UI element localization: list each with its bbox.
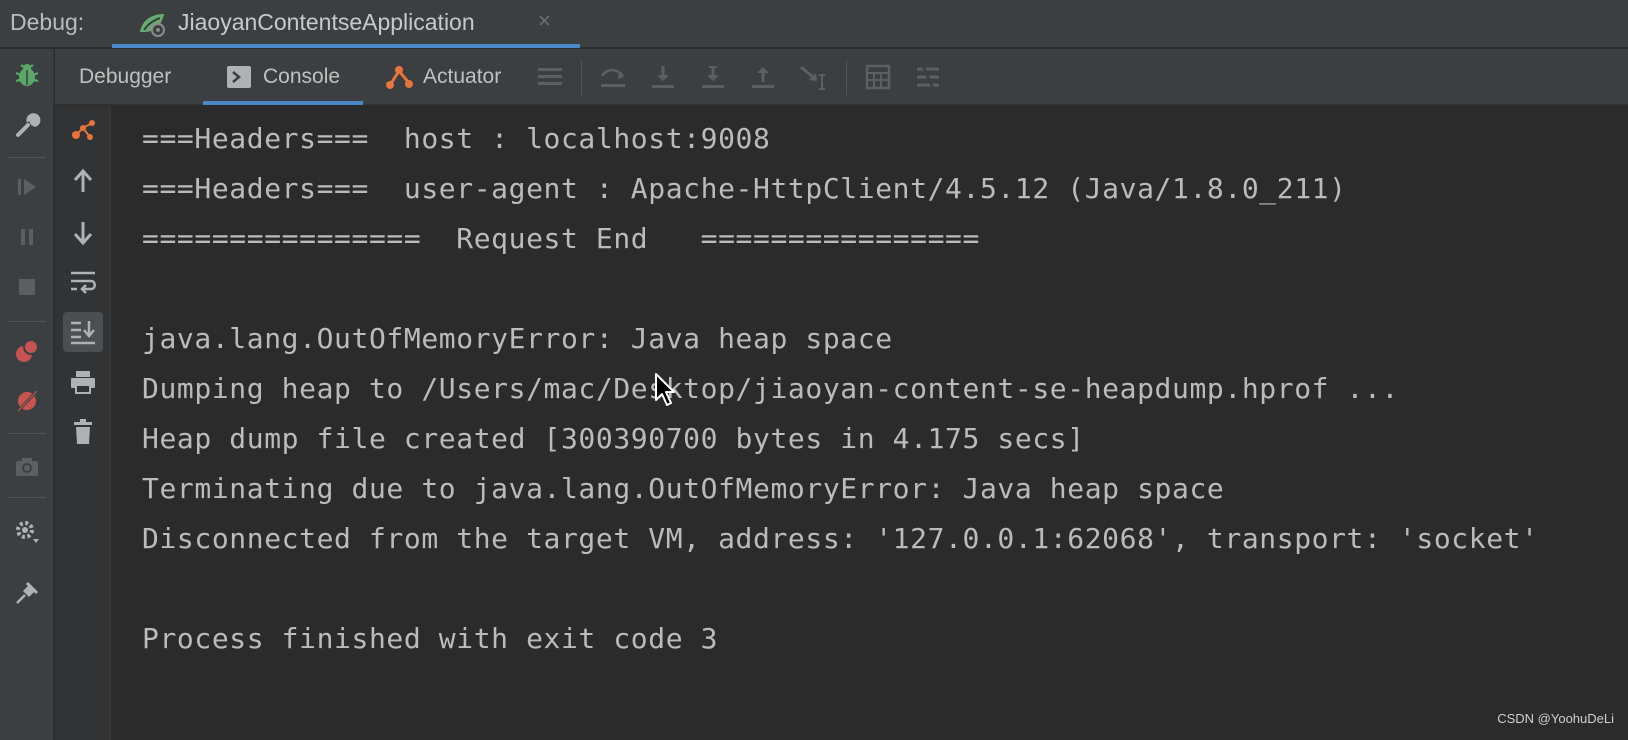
console-icon: [227, 66, 251, 88]
toolbar-separator: [8, 497, 46, 498]
run-to-cursor-icon[interactable]: [795, 59, 831, 95]
trace-current-stream-icon[interactable]: [910, 59, 946, 95]
step-out-icon[interactable]: [745, 59, 781, 95]
debug-label: Debug:: [10, 9, 85, 35]
console-line: java.lang.OutOfMemoryError: Java heap sp…: [142, 322, 893, 355]
clear-all-trash-icon[interactable]: [63, 412, 103, 452]
console-line: Process finished with exit code 3: [142, 622, 719, 655]
tab-actuator[interactable]: Actuator: [385, 49, 501, 105]
spring-boot-debug-icon: [136, 10, 170, 38]
active-tab-indicator: [203, 101, 363, 105]
soft-wrap-icon[interactable]: [63, 262, 103, 302]
toolbar-separator: [8, 321, 46, 322]
active-tab-indicator: [112, 44, 580, 48]
pause-icon[interactable]: [9, 219, 45, 255]
actuator-icon: [385, 63, 415, 91]
console-line: ===Headers=== host : localhost:9008: [142, 122, 771, 155]
tab-debugger-label: Debugger: [79, 65, 172, 88]
toolbar-separator: [8, 157, 46, 158]
tab-debugger[interactable]: Debugger: [79, 49, 171, 105]
console-line: Dumping heap to /Users/mac/Desktop/jiaoy…: [142, 372, 1399, 405]
settings-icon[interactable]: [9, 513, 45, 549]
show-execution-point-icon[interactable]: [595, 59, 631, 95]
camera-icon[interactable]: [9, 449, 45, 485]
toolbar-separator: [8, 433, 46, 434]
tab-actuator-label: Actuator: [423, 65, 502, 88]
console-output[interactable]: ===Headers=== host : localhost:9008 ===H…: [112, 106, 1628, 740]
debug-bug-icon[interactable]: [9, 57, 45, 93]
console-line: ===Headers=== user-agent : Apache-HttpCl…: [142, 172, 1347, 205]
watermark: CSDN @YoohuDeLi: [1497, 711, 1614, 726]
toolbar-separator: [846, 61, 847, 95]
step-into-icon[interactable]: [695, 59, 731, 95]
scroll-to-end-icon[interactable]: [63, 312, 103, 352]
arrow-up-icon[interactable]: [63, 162, 103, 202]
run-config-tab[interactable]: JiaoyanContentseApplication ×: [112, 0, 580, 48]
actuator-graph-icon[interactable]: [63, 112, 103, 152]
evaluate-expression-icon[interactable]: [860, 59, 896, 95]
stop-icon[interactable]: [9, 269, 45, 305]
mouse-cursor-icon: [654, 372, 678, 408]
run-config-name: JiaoyanContentseApplication: [178, 9, 475, 35]
console-line: ================ Request End ===========…: [142, 222, 980, 255]
resume-icon[interactable]: [9, 169, 45, 205]
arrow-down-icon[interactable]: [63, 212, 103, 252]
debug-tool-window-header: Debug: JiaoyanContentseApplication ×: [0, 0, 1628, 48]
tab-console[interactable]: Console: [203, 49, 363, 105]
debug-tab-bar: Debugger Console Actuator: [55, 49, 1628, 105]
console-line: Disconnected from the target VM, address…: [142, 522, 1539, 555]
console-line: Terminating due to java.lang.OutOfMemory…: [142, 472, 1225, 505]
toolbar-separator: [581, 61, 582, 95]
console-line: Heap dump file created [300390700 bytes …: [142, 422, 1085, 455]
view-breakpoints-icon[interactable]: [9, 333, 45, 369]
pin-icon[interactable]: [9, 575, 45, 611]
wrench-icon[interactable]: [9, 107, 45, 143]
mute-breakpoints-icon[interactable]: [9, 383, 45, 419]
print-icon[interactable]: [63, 362, 103, 402]
console-side-toolbar: [55, 106, 111, 740]
step-over-icon[interactable]: [645, 59, 681, 95]
debug-left-toolbar: [0, 49, 54, 740]
restore-layout-icon[interactable]: [532, 59, 568, 95]
tab-console-label: Console: [263, 65, 341, 88]
close-icon[interactable]: ×: [538, 8, 551, 34]
